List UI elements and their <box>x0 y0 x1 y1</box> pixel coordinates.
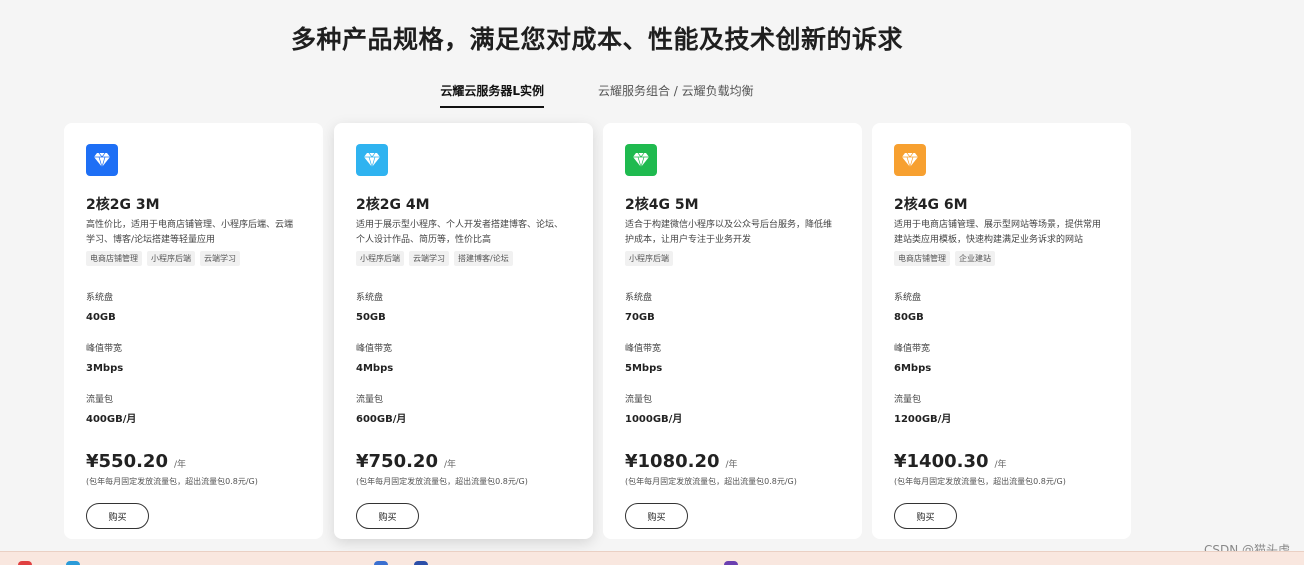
card-description: 适合于构建微信小程序以及公众号后台服务，降低维护成本，让用户专注于业务开发 <box>625 220 833 245</box>
price-unit: /年 <box>994 460 1007 470</box>
diamond-icon <box>356 144 388 176</box>
spec-disk: 系统盘 70GB <box>625 292 840 325</box>
buy-button[interactable]: 购买 <box>894 503 957 529</box>
price: ¥1080.20 <box>625 451 720 472</box>
spec-disk: 系统盘 40GB <box>86 292 301 325</box>
spec-disk: 系统盘 50GB <box>356 292 571 325</box>
spec-traffic: 流量包 600GB/月 <box>356 394 571 427</box>
product-card: 2核4G 5M 适合于构建微信小程序以及公众号后台服务，降低维护成本，让用户专注… <box>603 123 862 539</box>
product-tabs: 云耀云服务器L实例 云耀服务组合 / 云耀负载均衡 <box>0 82 1194 108</box>
tag-list: 电商店铺管理 企业建站 <box>894 251 1109 266</box>
spec-value: 3Mbps <box>86 363 124 374</box>
spec-value: 40GB <box>86 312 116 323</box>
tab-service-bundle[interactable]: 云耀服务组合 / 云耀负载均衡 <box>598 82 754 108</box>
app-icon[interactable] <box>414 561 428 565</box>
spec-value: 400GB/月 <box>86 414 137 425</box>
spec-value: 1000GB/月 <box>625 414 683 425</box>
buy-button[interactable]: 购买 <box>86 503 149 529</box>
price-row: ¥550.20 /年 <box>86 451 301 472</box>
app-icon[interactable] <box>724 561 738 565</box>
diamond-icon <box>894 144 926 176</box>
tag: 小程序后端 <box>147 251 195 266</box>
price: ¥1400.30 <box>894 451 989 472</box>
tab-lightweight-instance[interactable]: 云耀云服务器L实例 <box>440 82 544 108</box>
tag: 企业建站 <box>955 251 995 266</box>
diamond-icon <box>86 144 118 176</box>
spec-disk: 系统盘 80GB <box>894 292 1109 325</box>
spec-traffic: 流量包 400GB/月 <box>86 394 301 427</box>
traffic-note: (包年每月固定发放流量包，超出流量包0.8元/G) <box>625 477 797 486</box>
tag-list: 小程序后端 <box>625 251 840 266</box>
spec-bandwidth: 峰值带宽 6Mbps <box>894 343 1109 376</box>
card-description: 高性价比，适用于电商店铺管理、小程序后端、云端学习、博客/论坛搭建等轻量应用 <box>86 220 294 245</box>
card-description: 适用于电商店铺管理、展示型网站等场景，提供常用建站类应用模板，快速构建满足业务诉… <box>894 220 1102 245</box>
card-title: 2核4G 5M <box>625 197 699 213</box>
app-icon[interactable] <box>66 561 80 565</box>
tag: 电商店铺管理 <box>894 251 950 266</box>
price: ¥750.20 <box>356 451 438 472</box>
tag-list: 电商店铺管理 小程序后端 云端学习 <box>86 251 301 266</box>
tag: 电商店铺管理 <box>86 251 142 266</box>
spec-traffic: 流量包 1200GB/月 <box>894 394 1109 427</box>
spec-label: 峰值带宽 <box>625 344 662 354</box>
card-title: 2核2G 4M <box>356 197 430 213</box>
spec-label: 流量包 <box>86 395 114 405</box>
spec-bandwidth: 峰值带宽 3Mbps <box>86 343 301 376</box>
spec-value: 600GB/月 <box>356 414 407 425</box>
product-card: 2核2G 4M 适用于展示型小程序、个人开发者搭建博客、论坛、个人设计作品、简历… <box>334 123 593 539</box>
spec-label: 峰值带宽 <box>86 344 123 354</box>
spec-label: 流量包 <box>356 395 384 405</box>
taskbar <box>0 551 1304 565</box>
card-title: 2核2G 3M <box>86 197 160 213</box>
buy-button[interactable]: 购买 <box>625 503 688 529</box>
spec-traffic: 流量包 1000GB/月 <box>625 394 840 427</box>
price-row: ¥1080.20 /年 <box>625 451 840 472</box>
spec-label: 系统盘 <box>894 293 922 303</box>
tag: 小程序后端 <box>356 251 404 266</box>
spec-value: 70GB <box>625 312 655 323</box>
app-icon[interactable] <box>18 561 32 565</box>
spec-label: 系统盘 <box>356 293 384 303</box>
spec-value: 4Mbps <box>356 363 394 374</box>
spec-value: 6Mbps <box>894 363 932 374</box>
tag: 小程序后端 <box>625 251 673 266</box>
traffic-note: (包年每月固定发放流量包，超出流量包0.8元/G) <box>86 477 258 486</box>
traffic-note: (包年每月固定发放流量包，超出流量包0.8元/G) <box>356 477 528 486</box>
card-description: 适用于展示型小程序、个人开发者搭建博客、论坛、个人设计作品、简历等，性价比高 <box>356 220 564 245</box>
price-row: ¥750.20 /年 <box>356 451 571 472</box>
price-unit: /年 <box>443 460 457 470</box>
price-unit: /年 <box>173 460 187 470</box>
price: ¥550.20 <box>86 451 168 472</box>
tag: 云端学习 <box>409 251 449 266</box>
spec-label: 峰值带宽 <box>356 344 393 354</box>
spec-bandwidth: 峰值带宽 4Mbps <box>356 343 571 376</box>
spec-value: 80GB <box>894 312 924 323</box>
spec-value: 1200GB/月 <box>894 414 952 425</box>
traffic-note: (包年每月固定发放流量包，超出流量包0.8元/G) <box>894 477 1066 486</box>
tag-list: 小程序后端 云端学习 搭建博客/论坛 <box>356 251 571 266</box>
product-card: 2核2G 3M 高性价比，适用于电商店铺管理、小程序后端、云端学习、博客/论坛搭… <box>64 123 323 539</box>
spec-value: 50GB <box>356 312 386 323</box>
page-headline: 多种产品规格，满足您对成本、性能及技术创新的诉求 <box>290 25 903 54</box>
card-title: 2核4G 6M <box>894 197 968 213</box>
price-row: ¥1400.30 /年 <box>894 451 1109 472</box>
spec-label: 流量包 <box>894 395 922 405</box>
tag: 搭建博客/论坛 <box>454 251 513 266</box>
spec-label: 流量包 <box>625 395 653 405</box>
buy-button[interactable]: 购买 <box>356 503 419 529</box>
spec-label: 系统盘 <box>625 293 653 303</box>
product-card: 2核4G 6M 适用于电商店铺管理、展示型网站等场景，提供常用建站类应用模板，快… <box>872 123 1131 539</box>
spec-label: 系统盘 <box>86 293 114 303</box>
tag: 云端学习 <box>200 251 240 266</box>
spec-label: 峰值带宽 <box>894 344 931 354</box>
diamond-icon <box>625 144 657 176</box>
spec-value: 5Mbps <box>625 363 663 374</box>
price-unit: /年 <box>725 460 738 470</box>
app-icon[interactable] <box>374 561 388 565</box>
spec-bandwidth: 峰值带宽 5Mbps <box>625 343 840 376</box>
